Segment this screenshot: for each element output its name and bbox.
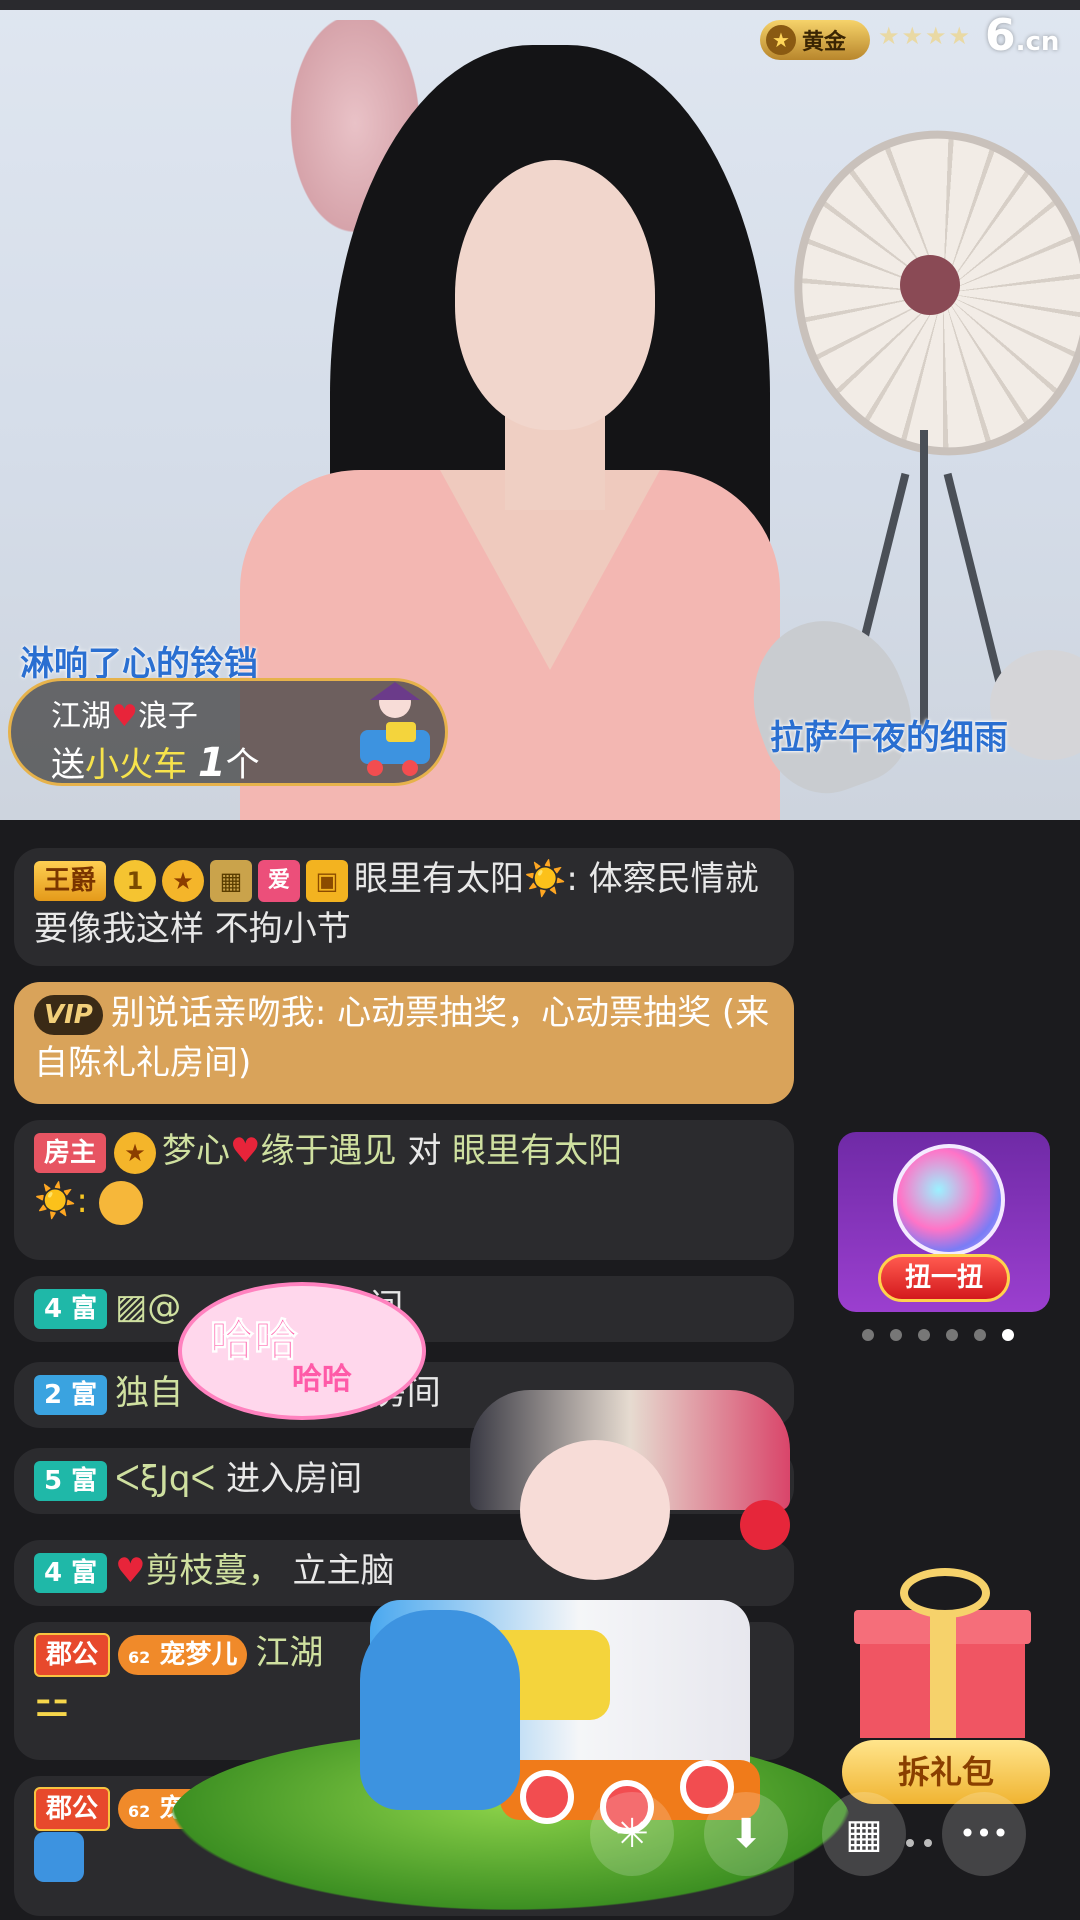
- gift-detail: 送小火车 1个: [51, 737, 260, 786]
- chat-username[interactable]: 江湖: [255, 1633, 323, 1673]
- more-button[interactable]: •••: [942, 1792, 1026, 1876]
- carousel-dots: [862, 1326, 1030, 1345]
- glowstick-icon: ⚍: [34, 1680, 70, 1726]
- giftbox-bow: [900, 1568, 990, 1618]
- star-icon: ★: [766, 25, 796, 55]
- chat-username[interactable]: 剪枝蔓，: [146, 1551, 282, 1591]
- capsule-ball-icon: [893, 1144, 1005, 1256]
- bubble-text-main: 哈哈: [210, 1315, 299, 1367]
- sender-name-b: 浪子: [137, 699, 198, 734]
- gift-unit: 个: [225, 745, 260, 785]
- lamp-stand: [920, 430, 928, 730]
- site-logo: 6.cn: [985, 10, 1059, 61]
- enter-text: 进入房间: [226, 1459, 363, 1499]
- share-button[interactable]: ✳: [590, 1792, 674, 1876]
- haha-speech-bubble: 哈哈 哈哈: [178, 1282, 426, 1420]
- send-word: 送: [51, 745, 85, 785]
- vip-badge: VIP: [34, 994, 103, 1035]
- logo-suffix: .cn: [1015, 27, 1060, 57]
- train-gift-icon: [360, 682, 430, 776]
- level-star-icon: 1: [114, 859, 157, 902]
- heart-icon: ♥: [115, 1551, 146, 1591]
- status-strip: [0, 0, 1080, 10]
- rating-stars: ★★★★: [878, 22, 973, 50]
- wealth-level-badge: 4 富: [34, 1288, 108, 1329]
- chat-suffix: ☀️:: [34, 1181, 88, 1221]
- share-icon: ✳: [615, 1811, 649, 1857]
- lyric-line-right: 拉萨午夜的细雨: [770, 718, 1008, 758]
- gold-level-badge: ★ 黄金: [760, 20, 870, 60]
- chat-username[interactable]: 独自: [115, 1373, 183, 1413]
- twist-button[interactable]: 扭一扭: [878, 1254, 1010, 1302]
- medal-icon: ★: [162, 859, 205, 902]
- wealth-level-badge: 2 富: [34, 1374, 108, 1415]
- pet-name: 宠梦儿: [159, 1639, 238, 1670]
- duke-rank-badge: 郡公: [34, 1786, 111, 1831]
- person-badge-icon: ▣: [306, 859, 349, 902]
- wealth-level-badge: 5 富: [34, 1460, 108, 1501]
- train-gift-small-icon: [34, 1832, 84, 1882]
- streamer-face: [455, 160, 655, 430]
- apps-grid-button[interactable]: ▦: [822, 1792, 906, 1876]
- grid-icon: ▦: [845, 1811, 883, 1857]
- pet-level: 62: [128, 1801, 151, 1821]
- logo-main: 6: [985, 10, 1016, 61]
- toolbar-dot: [924, 1839, 932, 1847]
- chat-host-message[interactable]: 房主 ★ 梦心♥缘于遇见 对 眼里有太阳 ☀️:: [14, 1120, 794, 1260]
- chat-username[interactable]: 眼里有太阳☀️: [354, 859, 566, 899]
- heart-icon: ♥: [111, 699, 138, 734]
- capsule-machine-widget[interactable]: 扭一扭: [838, 1132, 1050, 1312]
- user-name-b: 缘于遇见: [260, 1131, 397, 1171]
- level-label: 黄金: [802, 30, 847, 55]
- download-icon: ⬇: [729, 1811, 763, 1857]
- download-button[interactable]: ⬇: [704, 1792, 788, 1876]
- love-badge-icon: 爱: [258, 859, 301, 902]
- studio-lamp-center: [900, 255, 960, 315]
- train-wheel: [520, 1770, 574, 1824]
- to-word: 对: [407, 1131, 442, 1171]
- chat-message[interactable]: 王爵 1 ★ ▦ 爱 ▣ 眼里有太阳☀️: 体察民情就要像我这样 不拘小节: [14, 848, 794, 966]
- medal-icon: ★: [114, 1131, 157, 1174]
- heart-icon: ♥: [230, 1131, 261, 1171]
- pet-badge: 62 宠梦儿: [118, 1634, 248, 1675]
- duke-rank-badge: 郡公: [34, 1632, 111, 1677]
- wealth-level-badge: 4 富: [34, 1552, 108, 1593]
- emoji-icon: [98, 1180, 143, 1225]
- jester-hat-ball: [740, 1500, 790, 1550]
- gift-name: 小火车: [85, 745, 187, 785]
- sender-name-a: 江湖: [51, 699, 111, 734]
- target-username[interactable]: 眼里有太阳: [452, 1131, 622, 1171]
- carousel-dot-active: [1002, 1329, 1014, 1341]
- chat-username[interactable]: ▨@: [115, 1287, 181, 1327]
- toolbar-dot: [906, 1839, 914, 1847]
- chat-username[interactable]: 梦心♥缘于遇见: [162, 1131, 396, 1171]
- prince-rank-badge: 王爵: [34, 860, 107, 901]
- jester-face: [520, 1440, 670, 1580]
- chat-text: 别说话亲吻我: 心动票抽奖，心动票抽奖 (来自陈礼礼房间): [34, 993, 770, 1083]
- carousel-dot: [890, 1329, 902, 1341]
- pet-level: 62: [128, 1647, 151, 1667]
- host-badge: 房主: [34, 1132, 107, 1173]
- chat-username[interactable]: ᐸξJqᐸ: [115, 1459, 215, 1499]
- red-packet-giftbox-icon[interactable]: [854, 1568, 1031, 1738]
- carousel-dot: [974, 1329, 986, 1341]
- more-icon: •••: [959, 1817, 1009, 1850]
- user-name-a: 梦心: [162, 1131, 231, 1171]
- chat-vip-message[interactable]: VIP 别说话亲吻我: 心动票抽奖，心动票抽奖 (来自陈礼礼房间): [14, 982, 794, 1104]
- carousel-dot: [946, 1329, 958, 1341]
- bubble-text-sub: 哈哈: [292, 1362, 352, 1397]
- elephant-engine: [360, 1610, 520, 1810]
- carousel-dot: [862, 1329, 874, 1341]
- gold-bar-icon: ▦: [210, 859, 253, 902]
- giftbox-ribbon: [930, 1610, 956, 1738]
- gift-count: 1: [197, 740, 226, 786]
- gift-sender: 江湖♥浪子: [51, 691, 198, 735]
- toolbar-page-dots: [906, 1832, 942, 1851]
- enter-text: 立主脑: [292, 1551, 395, 1591]
- carousel-dot: [918, 1329, 930, 1341]
- enter-room-row[interactable]: 4 富 ♥剪枝蔓， 立主脑: [14, 1540, 794, 1606]
